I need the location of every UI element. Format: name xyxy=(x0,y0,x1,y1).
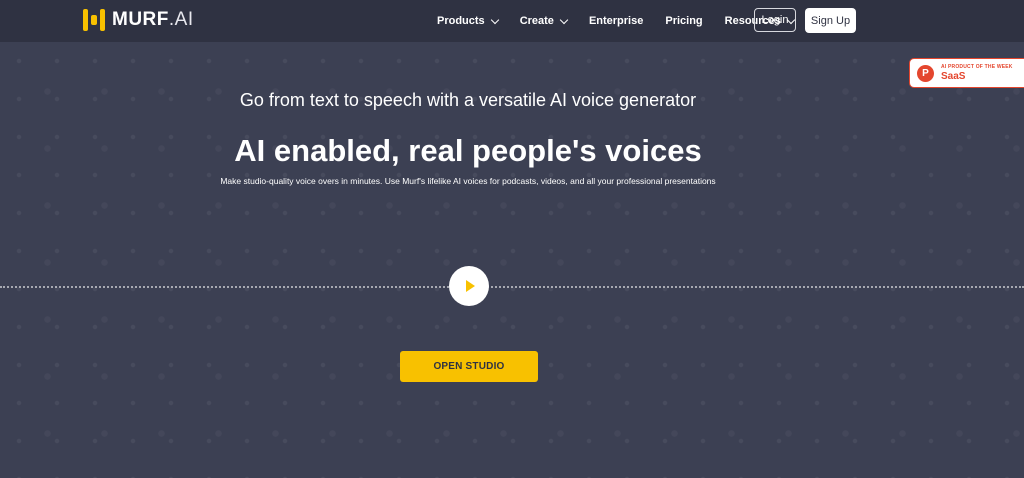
hero-subtitle: Go from text to speech with a versatile … xyxy=(239,90,697,110)
nav-item-products[interactable]: Products xyxy=(437,15,499,27)
nav-item-create[interactable]: Create xyxy=(520,15,569,27)
signup-button[interactable]: Sign Up xyxy=(805,8,856,33)
open-studio-button[interactable]: OPEN STUDIO xyxy=(400,351,538,382)
brand-logo[interactable]: MURF.AI xyxy=(83,9,194,31)
play-button[interactable] xyxy=(449,266,489,306)
hero-description: Make studio-quality voice overs in minut… xyxy=(220,176,716,186)
badge-caption: AI PRODUCT OF THE WEEK xyxy=(941,64,1013,70)
nav-menu: Products Create Enterprise Pricing Resou… xyxy=(437,0,796,42)
top-navbar: MURF.AI Products Create Enterprise Prici… xyxy=(0,0,1024,42)
login-button[interactable]: Login xyxy=(754,8,796,32)
murf-logo-icon xyxy=(83,9,105,31)
chevron-down-icon xyxy=(490,15,499,24)
badge-title: SaaS xyxy=(941,71,966,82)
hero-headline: AI enabled, real people's voices xyxy=(234,133,702,168)
nav-item-pricing[interactable]: Pricing xyxy=(665,15,702,27)
audio-waveform-line xyxy=(0,286,1024,288)
product-hunt-icon: P xyxy=(917,64,934,82)
brand-name: MURF.AI xyxy=(112,9,194,30)
play-icon xyxy=(466,280,475,292)
nav-item-enterprise[interactable]: Enterprise xyxy=(589,15,643,27)
chevron-down-icon xyxy=(559,15,569,24)
product-hunt-badge[interactable]: P AI PRODUCT OF THE WEEK SaaS xyxy=(909,58,1024,88)
